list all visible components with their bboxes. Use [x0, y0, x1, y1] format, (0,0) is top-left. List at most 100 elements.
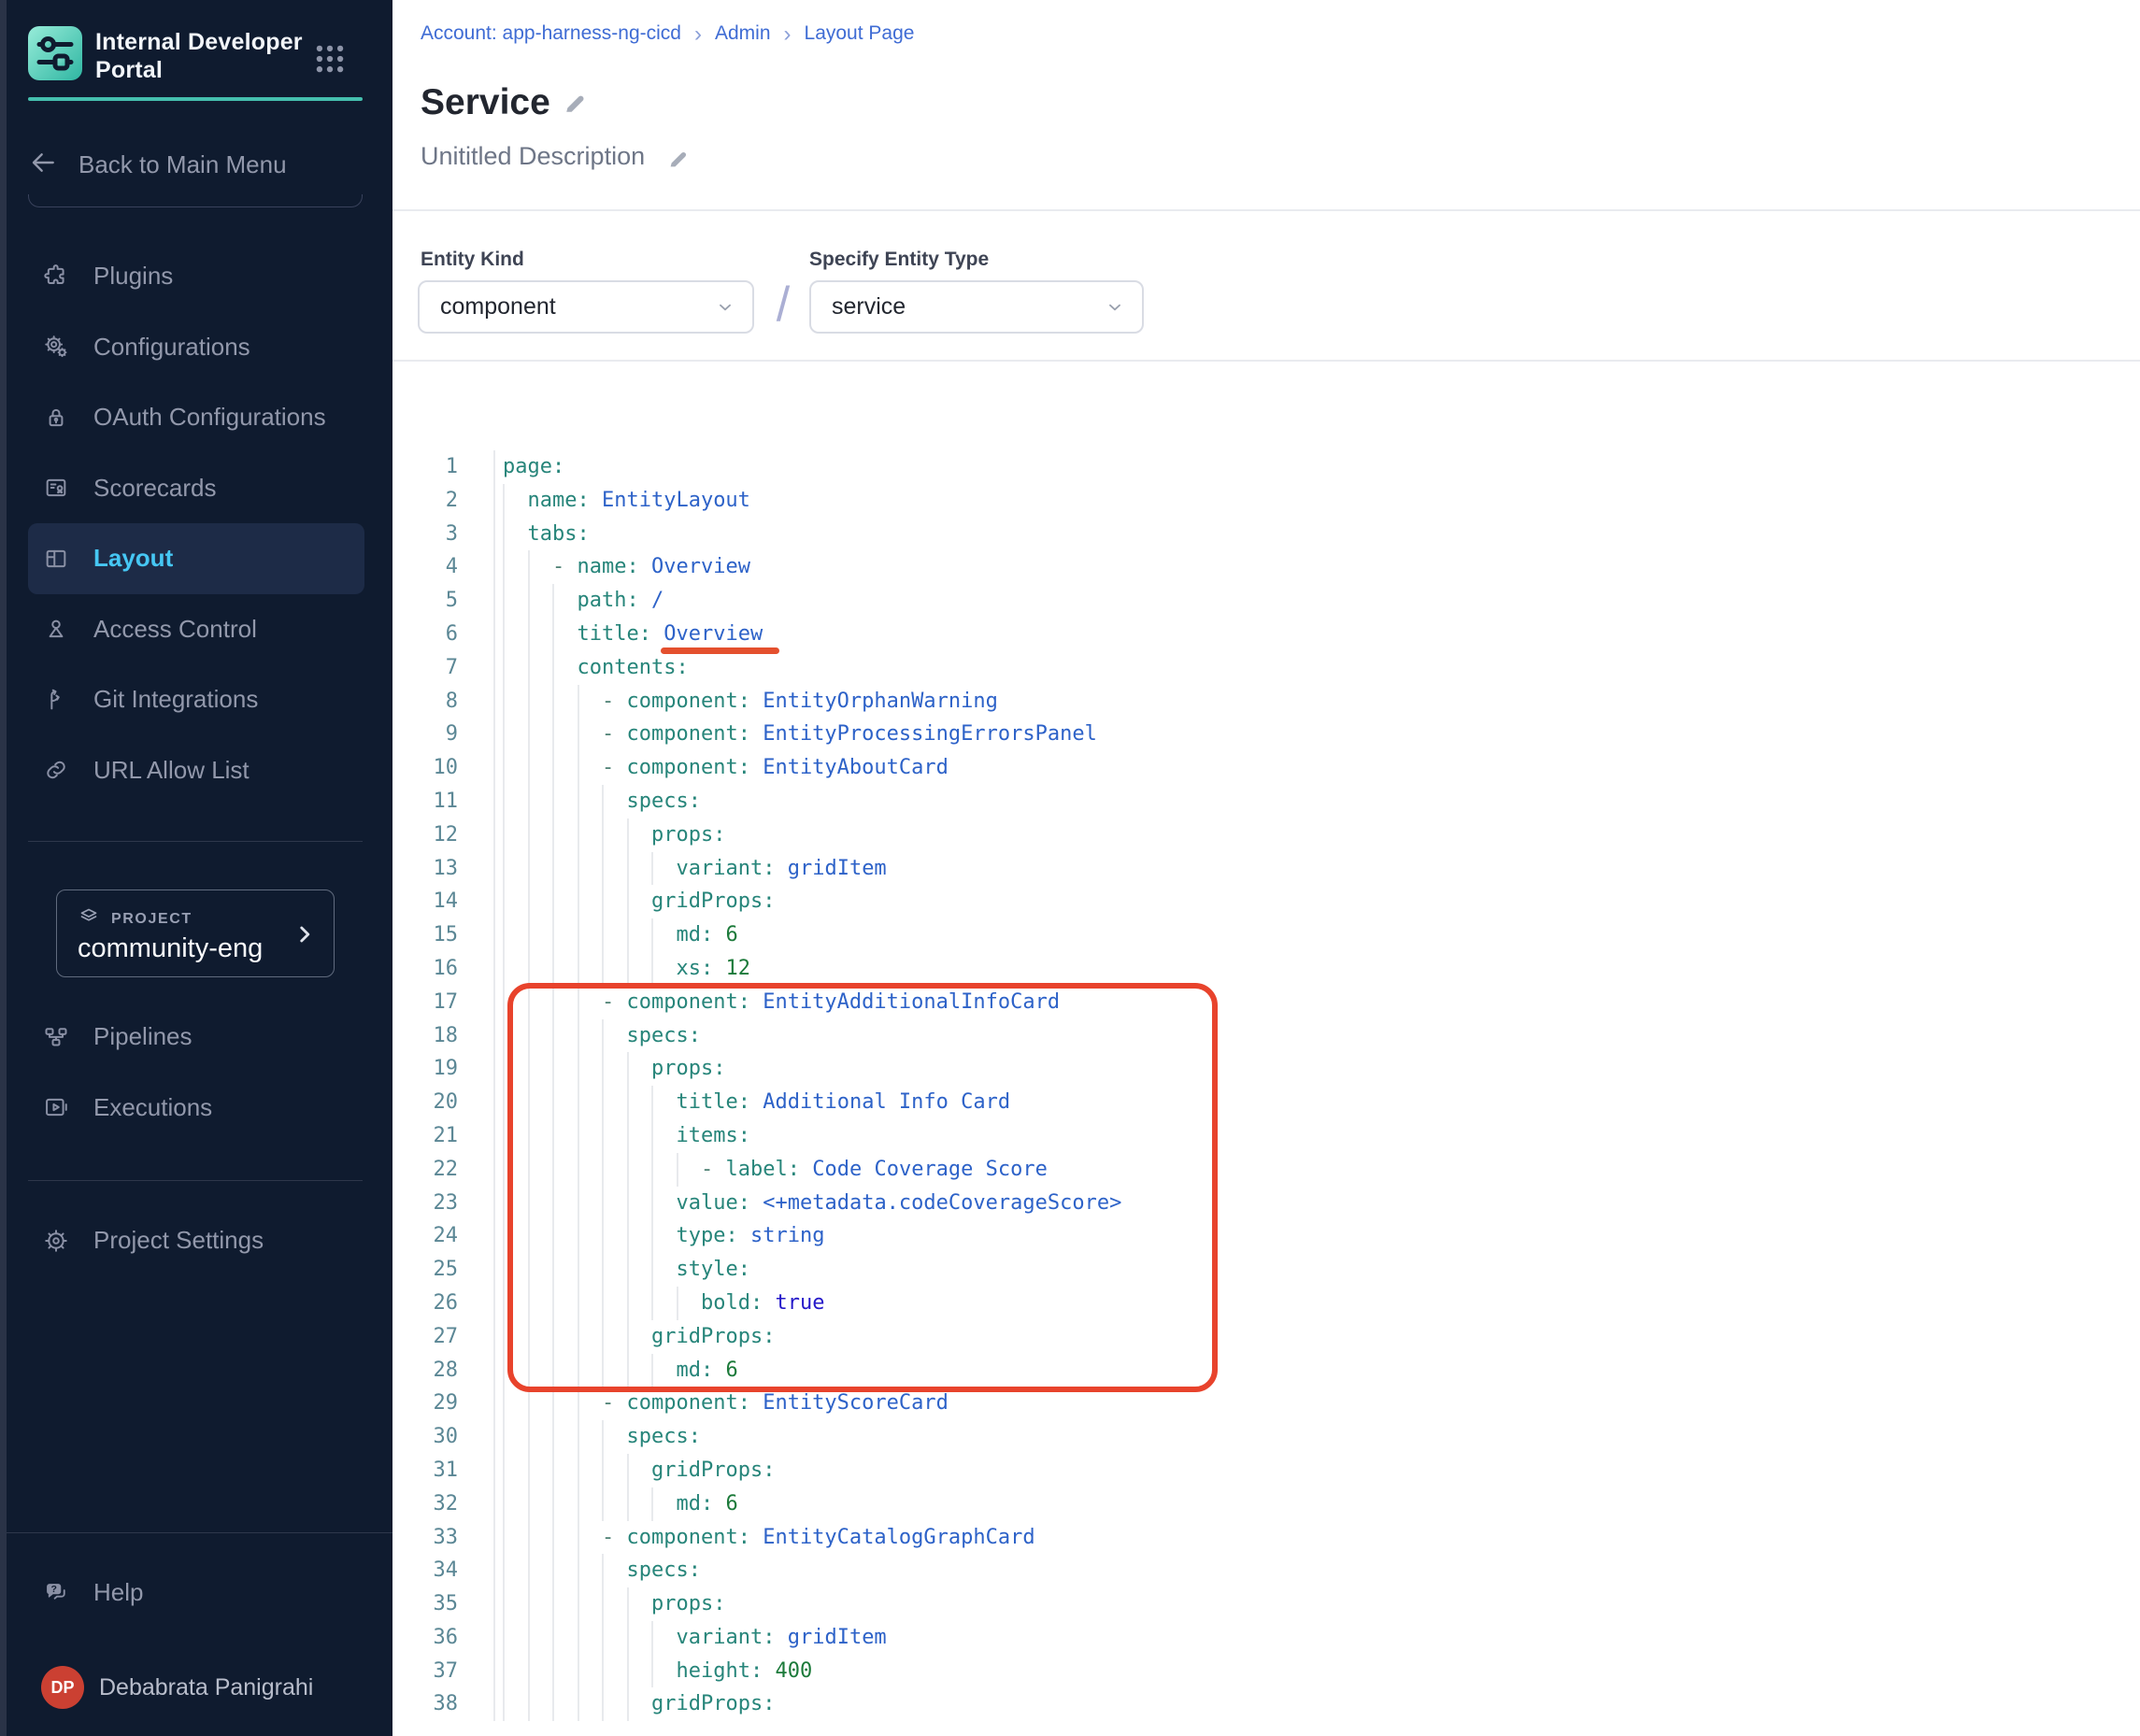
code-line[interactable]: 17- component: EntityAdditionalInfoCard: [392, 986, 2140, 1019]
code-line[interactable]: 31gridProps:: [392, 1454, 2140, 1487]
code-line[interactable]: 24type: string: [392, 1219, 2140, 1253]
indent-guide: [552, 1655, 578, 1688]
indent-guide: [578, 885, 603, 918]
code-line[interactable]: 30specs:: [392, 1420, 2140, 1454]
code-line[interactable]: 27gridProps:: [392, 1320, 2140, 1354]
sidebar-item-oauth-configurations[interactable]: OAuth Configurations: [28, 382, 364, 453]
code-line[interactable]: 19props:: [392, 1052, 2140, 1086]
indent-guide: [503, 885, 528, 918]
yaml-key: gridProps:: [651, 889, 775, 913]
indent-guide: [528, 718, 553, 751]
indent-guide: [528, 1253, 553, 1287]
breadcrumb-separator: ›: [784, 24, 792, 44]
code-line[interactable]: 23value: <+metadata.codeCoverageScore>: [392, 1187, 2140, 1220]
sidebar-item-project-settings[interactable]: Project Settings: [28, 1205, 364, 1276]
indent-guide: [503, 1219, 528, 1253]
code-line[interactable]: 8- component: EntityOrphanWarning: [392, 685, 2140, 719]
indent-guide: [578, 1420, 603, 1454]
indent-guide: [602, 918, 627, 952]
app-switcher-grid-icon[interactable]: [312, 41, 348, 77]
code-line[interactable]: 33- component: EntityCatalogGraphCard: [392, 1521, 2140, 1555]
line-number: 36: [392, 1621, 495, 1655]
code-line[interactable]: 9- component: EntityProcessingErrorsPane…: [392, 718, 2140, 751]
code-line[interactable]: 14gridProps:: [392, 885, 2140, 918]
indent-guide: [578, 818, 603, 852]
code-line[interactable]: 7contents:: [392, 651, 2140, 685]
chevron-down-icon: [715, 297, 735, 318]
indent-guide: [578, 1219, 603, 1253]
code-line[interactable]: 21items:: [392, 1119, 2140, 1153]
code-line[interactable]: 26bold: true: [392, 1287, 2140, 1320]
edit-title-pencil-icon[interactable]: [561, 90, 589, 118]
indent-guide: [528, 1219, 553, 1253]
indent-guide: [503, 1187, 528, 1220]
sidebar-item-git-integrations[interactable]: Git Integrations: [28, 664, 364, 735]
sidebar-item-plugins[interactable]: Plugins: [28, 241, 364, 312]
code-line[interactable]: 3tabs:: [392, 518, 2140, 551]
entity-kind-select[interactable]: component: [418, 280, 754, 334]
breadcrumb-link[interactable]: Account: app-harness-ng-cicd: [421, 22, 681, 45]
yaml-key: specs:: [627, 1425, 701, 1448]
indent-guide: [627, 818, 652, 852]
code-line[interactable]: 20title: Additional Info Card: [392, 1086, 2140, 1119]
code-line[interactable]: 36variant: gridItem: [392, 1621, 2140, 1655]
code-line[interactable]: 28md: 6: [392, 1354, 2140, 1387]
code-line[interactable]: 22- label: Code Coverage Score: [392, 1153, 2140, 1187]
sidebar-item-access-control[interactable]: Access Control: [28, 594, 364, 665]
edit-description-pencil-icon[interactable]: [665, 147, 691, 172]
code-line[interactable]: 38gridProps:: [392, 1687, 2140, 1721]
code-line[interactable]: 13variant: gridItem: [392, 852, 2140, 886]
code-line[interactable]: 32md: 6: [392, 1487, 2140, 1521]
sidebar-item-layout[interactable]: Layout: [28, 523, 364, 594]
code-line[interactable]: 11specs:: [392, 785, 2140, 818]
gears-icon: [43, 334, 69, 360]
code-line[interactable]: 5path: /: [392, 584, 2140, 618]
code-line[interactable]: 2name: EntityLayout: [392, 484, 2140, 518]
indent-guide: [503, 550, 528, 584]
sidebar-item-executions[interactable]: Executions: [28, 1073, 364, 1144]
yaml-list-dash: -: [552, 555, 578, 578]
svg-text:?: ?: [50, 1584, 56, 1595]
sidebar-divider: [28, 1180, 363, 1181]
code-line[interactable]: 35props:: [392, 1587, 2140, 1621]
code-line[interactable]: 29- component: EntityScoreCard: [392, 1387, 2140, 1420]
yaml-value: Code Coverage Score: [812, 1158, 1048, 1181]
sidebar-item-url-allow-list[interactable]: URL Allow List: [28, 735, 364, 806]
sidebar-item-pipelines[interactable]: Pipelines: [28, 1002, 364, 1073]
idp-logo-icon: [28, 26, 82, 80]
project-selector[interactable]: PROJECT community-eng: [56, 889, 335, 977]
code-line[interactable]: 18specs:: [392, 1019, 2140, 1053]
entity-type-select[interactable]: service: [809, 280, 1144, 334]
code-line[interactable]: 6title: Overview: [392, 618, 2140, 651]
line-number: 10: [392, 751, 495, 785]
indent-guide: [552, 986, 578, 1019]
code-line[interactable]: 25style:: [392, 1253, 2140, 1287]
sidebar-item-scorecards[interactable]: Scorecards: [28, 453, 364, 524]
code-line[interactable]: 16xs: 12: [392, 952, 2140, 986]
sidebar-item-label: URL Allow List: [93, 756, 250, 785]
indent-guide: [578, 1019, 603, 1053]
indent-guide: [602, 1019, 627, 1053]
pipeline-icon: [43, 1024, 69, 1050]
code-line[interactable]: 10- component: EntityAboutCard: [392, 751, 2140, 785]
user-menu[interactable]: DP Debabrata Panigrahi: [28, 1658, 364, 1716]
code-line[interactable]: 37height: 400: [392, 1655, 2140, 1688]
code-line[interactable]: 1page:: [392, 450, 2140, 484]
code-line[interactable]: 34specs:: [392, 1554, 2140, 1587]
indent-guide: [552, 1253, 578, 1287]
breadcrumb-link[interactable]: Layout Page: [805, 22, 915, 45]
indent-guide: [552, 1187, 578, 1220]
yaml-editor[interactable]: 1page:2name: EntityLayout3tabs:4- name: …: [392, 450, 2140, 1721]
code-line[interactable]: 15md: 6: [392, 918, 2140, 952]
sidebar-item-label: Configurations: [93, 333, 250, 362]
back-to-main-menu-button[interactable]: Back to Main Menu: [28, 138, 363, 191]
sidebar-item-label: Git Integrations: [93, 685, 258, 714]
sidebar-item-help[interactable]: ?Help: [28, 1558, 364, 1629]
code-line[interactable]: 4- name: Overview: [392, 550, 2140, 584]
indent-guide: [578, 1119, 603, 1153]
code-line[interactable]: 12props:: [392, 818, 2140, 852]
yaml-key: component:: [627, 690, 750, 713]
indent-guide: [503, 1086, 528, 1119]
sidebar-item-configurations[interactable]: Configurations: [28, 312, 364, 383]
breadcrumb-link[interactable]: Admin: [715, 22, 771, 45]
